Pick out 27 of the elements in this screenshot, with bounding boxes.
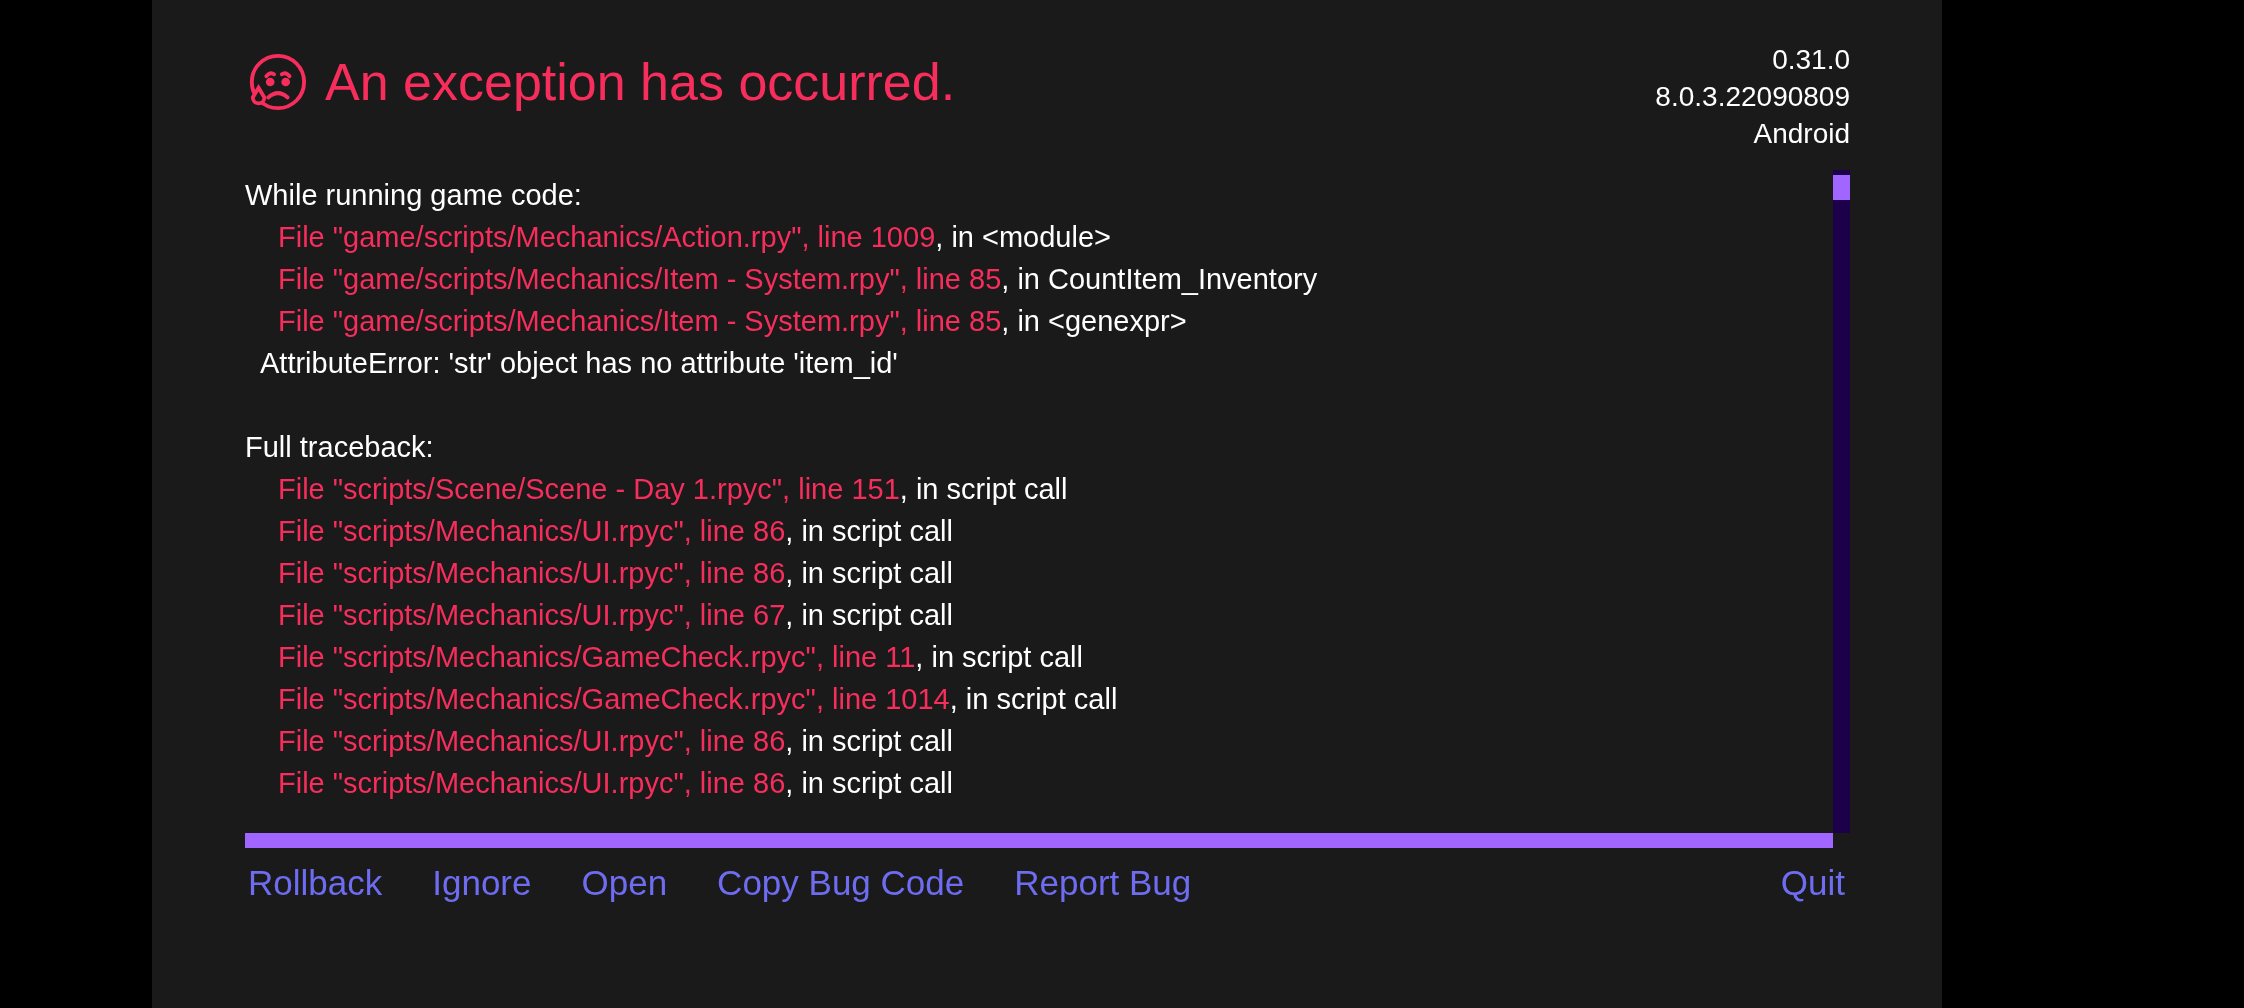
action-button[interactable]: Copy Bug Code	[714, 858, 968, 908]
action-button[interactable]: Rollback	[245, 858, 386, 908]
traceback-line: File "scripts/Mechanics/UI.rpyc", line 86, in script call	[277, 514, 953, 549]
traceback-line: File "scripts/Mechanics/UI.rpyc", line 67, in script call	[277, 598, 953, 633]
action-button[interactable]: Ignore	[429, 858, 535, 908]
traceback-line: File "scripts/Mechanics/UI.rpyc", line 86, in script call	[277, 556, 953, 591]
scrollbar-thumb[interactable]	[1833, 175, 1850, 200]
traceback-line: File "game/scripts/Mechanics/Item - System.rpy", line 85, in CountItem_Inventory	[277, 262, 1318, 297]
traceback-line: File "scripts/Mechanics/GameCheck.rpyc", line 1014, in script call	[277, 682, 1118, 717]
section-heading: Full traceback:	[245, 430, 434, 465]
traceback-line: File "scripts/Mechanics/UI.rpyc", line 86, in script call	[277, 766, 953, 801]
traceback-line: File "game/scripts/Mechanics/Item - System.rpy", line 85, in <genexpr>	[277, 304, 1187, 339]
traceback-line: File "game/scripts/Mechanics/Action.rpy", line 1009, in <module>	[277, 220, 1111, 255]
section-heading: While running game code:	[245, 178, 582, 213]
action-button[interactable]: Open	[578, 858, 671, 908]
error-message: AttributeError: 'str' object has no attribute 'item_id'	[259, 346, 898, 381]
action-button[interactable]: Report Bug	[1011, 858, 1195, 908]
error-title: An exception has occurred.	[325, 52, 956, 112]
traceback-line: File "scripts/Scene/Scene - Day 1.rpyc", line 151, in script call	[277, 472, 1068, 507]
action-button[interactable]: Quit	[1777, 858, 1848, 908]
version-text: 0.31.0	[1772, 43, 1850, 77]
version-text: Android	[1753, 117, 1850, 151]
version-text: 8.0.3.22090809	[1655, 80, 1850, 114]
traceback-line: File "scripts/Mechanics/GameCheck.rpyc", line 11, in script call	[277, 640, 1083, 675]
traceback-line: File "scripts/Mechanics/UI.rpyc", line 86, in script call	[277, 724, 953, 759]
vertical-scrollbar[interactable]	[1833, 170, 1850, 833]
horizontal-scrollbar[interactable]	[245, 833, 1833, 848]
